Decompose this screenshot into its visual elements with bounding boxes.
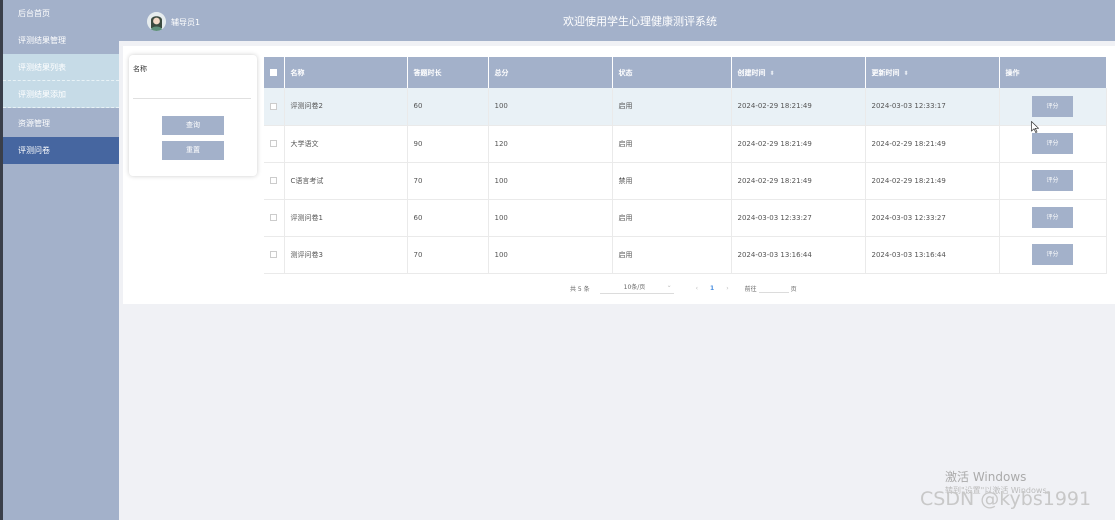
cell-name: C语言考试 bbox=[284, 162, 408, 200]
goto-suffix: 页 bbox=[790, 285, 797, 293]
col-header-status: 状态 bbox=[612, 57, 732, 88]
cell-updated: 2024-02-29 18:21:49 bbox=[865, 162, 1000, 200]
sidebar-item-resource-management[interactable]: 资源管理 bbox=[3, 110, 119, 137]
checkbox-icon bbox=[270, 214, 278, 221]
cell-updated: 2024-03-03 12:33:17 bbox=[865, 88, 1000, 126]
query-button[interactable]: 查询 bbox=[162, 116, 224, 135]
cell-updated: 2024-02-29 18:21:49 bbox=[865, 125, 1000, 163]
cell-score: 120 bbox=[488, 125, 613, 163]
page-size-select[interactable]: 10条/页 ⌄ bbox=[599, 282, 674, 294]
cell-status: 启用 bbox=[612, 236, 732, 274]
col-header-duration: 答题时长 bbox=[407, 57, 489, 88]
cell-name: 测评问卷3 bbox=[284, 236, 408, 274]
cell-name: 评测问卷1 bbox=[284, 199, 408, 237]
cell-action: 评分 bbox=[999, 88, 1107, 126]
cell-duration: 60 bbox=[407, 88, 489, 126]
cell-score: 100 bbox=[488, 199, 613, 237]
table-header-row: 名称 答题时长 总分 状态 创建时间 更新时间 操作 bbox=[264, 57, 1107, 88]
cell-duration: 70 bbox=[407, 162, 489, 200]
cell-created: 2024-02-29 18:21:49 bbox=[731, 162, 866, 200]
table-row: C语言考试 70 100 禁用 2024-02-29 18:21:49 2024… bbox=[264, 162, 1107, 200]
row-checkbox[interactable] bbox=[264, 125, 285, 163]
table-row: 大学语文 90 120 启用 2024-02-29 18:21:49 2024-… bbox=[264, 125, 1107, 163]
cell-created: 2024-02-29 18:21:49 bbox=[731, 125, 866, 163]
cell-score: 100 bbox=[488, 88, 613, 126]
col-header-created[interactable]: 创建时间 bbox=[731, 57, 866, 88]
goto-page-input[interactable] bbox=[758, 283, 789, 293]
table-row: 评测问卷2 60 100 启用 2024-02-29 18:21:49 2024… bbox=[264, 88, 1107, 126]
checkbox-icon bbox=[270, 69, 278, 76]
search-label: 名称 bbox=[133, 65, 147, 73]
col-header-action: 操作 bbox=[999, 57, 1107, 88]
mouse-cursor-icon bbox=[1031, 121, 1039, 133]
select-all-checkbox[interactable] bbox=[264, 57, 285, 88]
questionnaire-table: 名称 答题时长 总分 状态 创建时间 更新时间 操作 评测问卷2 60 100 … bbox=[264, 57, 1107, 274]
cell-duration: 70 bbox=[407, 236, 489, 274]
score-button[interactable]: 评分 bbox=[1032, 207, 1073, 228]
top-header: 辅导员1 欢迎使用学生心理健康测评系统 bbox=[119, 0, 1115, 41]
cell-status: 禁用 bbox=[612, 162, 732, 200]
main-content: 名称 查询 重置 名称 答题时长 总分 状态 创建时间 更新时间 操作 bbox=[123, 46, 1115, 304]
cell-created: 2024-03-03 13:16:44 bbox=[731, 236, 866, 274]
row-checkbox[interactable] bbox=[264, 236, 285, 274]
sidebar-item-questionnaire[interactable]: 评测问卷 bbox=[3, 137, 119, 164]
search-panel: 名称 查询 重置 bbox=[129, 55, 257, 176]
reset-button[interactable]: 重置 bbox=[162, 141, 224, 160]
page-number[interactable]: 1 bbox=[710, 285, 714, 292]
cell-created: 2024-02-29 18:21:49 bbox=[731, 88, 866, 126]
checkbox-icon bbox=[270, 177, 278, 184]
sidebar-item-result-list[interactable]: 评测结果列表 bbox=[3, 54, 119, 81]
cell-updated: 2024-03-03 12:33:27 bbox=[865, 199, 1000, 237]
cell-name: 评测问卷2 bbox=[284, 88, 408, 126]
col-header-score: 总分 bbox=[488, 57, 613, 88]
table-row: 测评问卷3 70 100 启用 2024-03-03 13:16:44 2024… bbox=[264, 236, 1107, 274]
csdn-watermark: CSDN @kybs1991 bbox=[920, 488, 1092, 510]
cell-action: 评分 bbox=[999, 125, 1107, 163]
score-button[interactable]: 评分 bbox=[1032, 244, 1073, 265]
pagination: 共 5 条 10条/页 ⌄ ‹ 1 › 前往 页 bbox=[570, 282, 797, 294]
page-size-value: 10条/页 bbox=[623, 284, 646, 291]
table-row: 评测问卷1 60 100 启用 2024-03-03 12:33:27 2024… bbox=[264, 199, 1107, 237]
cell-score: 100 bbox=[488, 162, 613, 200]
cell-updated: 2024-03-03 13:16:44 bbox=[865, 236, 1000, 274]
cell-score: 100 bbox=[488, 236, 613, 274]
windows-activation-title: 激活 Windows bbox=[945, 470, 1027, 484]
checkbox-icon bbox=[270, 140, 278, 147]
pager-total: 共 5 条 bbox=[570, 285, 590, 293]
cell-action: 评分 bbox=[999, 236, 1107, 274]
cell-status: 启用 bbox=[612, 88, 732, 126]
col-header-updated[interactable]: 更新时间 bbox=[865, 57, 1000, 88]
score-button[interactable]: 评分 bbox=[1032, 95, 1073, 117]
cell-created: 2024-03-03 12:33:27 bbox=[731, 199, 866, 237]
cell-status: 启用 bbox=[612, 125, 732, 163]
search-input[interactable] bbox=[133, 81, 251, 99]
score-button[interactable]: 评分 bbox=[1032, 170, 1073, 191]
cell-status: 启用 bbox=[612, 199, 732, 237]
sidebar: 后台首页 评测结果管理 评测结果列表 评测结果添加 资源管理 评测问卷 bbox=[3, 0, 119, 520]
prev-page-icon[interactable]: ‹ bbox=[696, 285, 698, 292]
cell-duration: 90 bbox=[407, 125, 489, 163]
sidebar-item-result-management[interactable]: 评测结果管理 bbox=[3, 27, 119, 54]
sidebar-item-result-add[interactable]: 评测结果添加 bbox=[3, 81, 119, 108]
row-checkbox[interactable] bbox=[264, 88, 285, 126]
goto-label: 前往 bbox=[744, 285, 757, 293]
row-checkbox[interactable] bbox=[264, 199, 285, 237]
row-checkbox[interactable] bbox=[264, 162, 285, 200]
cell-duration: 60 bbox=[407, 199, 489, 237]
next-page-icon[interactable]: › bbox=[726, 285, 728, 292]
chevron-down-icon: ⌄ bbox=[666, 282, 672, 289]
score-button[interactable]: 评分 bbox=[1032, 133, 1073, 154]
cell-name: 大学语文 bbox=[284, 125, 408, 163]
page-title: 欢迎使用学生心理健康测评系统 bbox=[563, 15, 717, 28]
cell-action: 评分 bbox=[999, 162, 1107, 200]
col-header-name: 名称 bbox=[284, 57, 408, 88]
checkbox-icon bbox=[270, 251, 278, 258]
checkbox-icon bbox=[270, 102, 278, 110]
sidebar-item-home[interactable]: 后台首页 bbox=[3, 0, 119, 27]
cell-action: 评分 bbox=[999, 199, 1107, 237]
